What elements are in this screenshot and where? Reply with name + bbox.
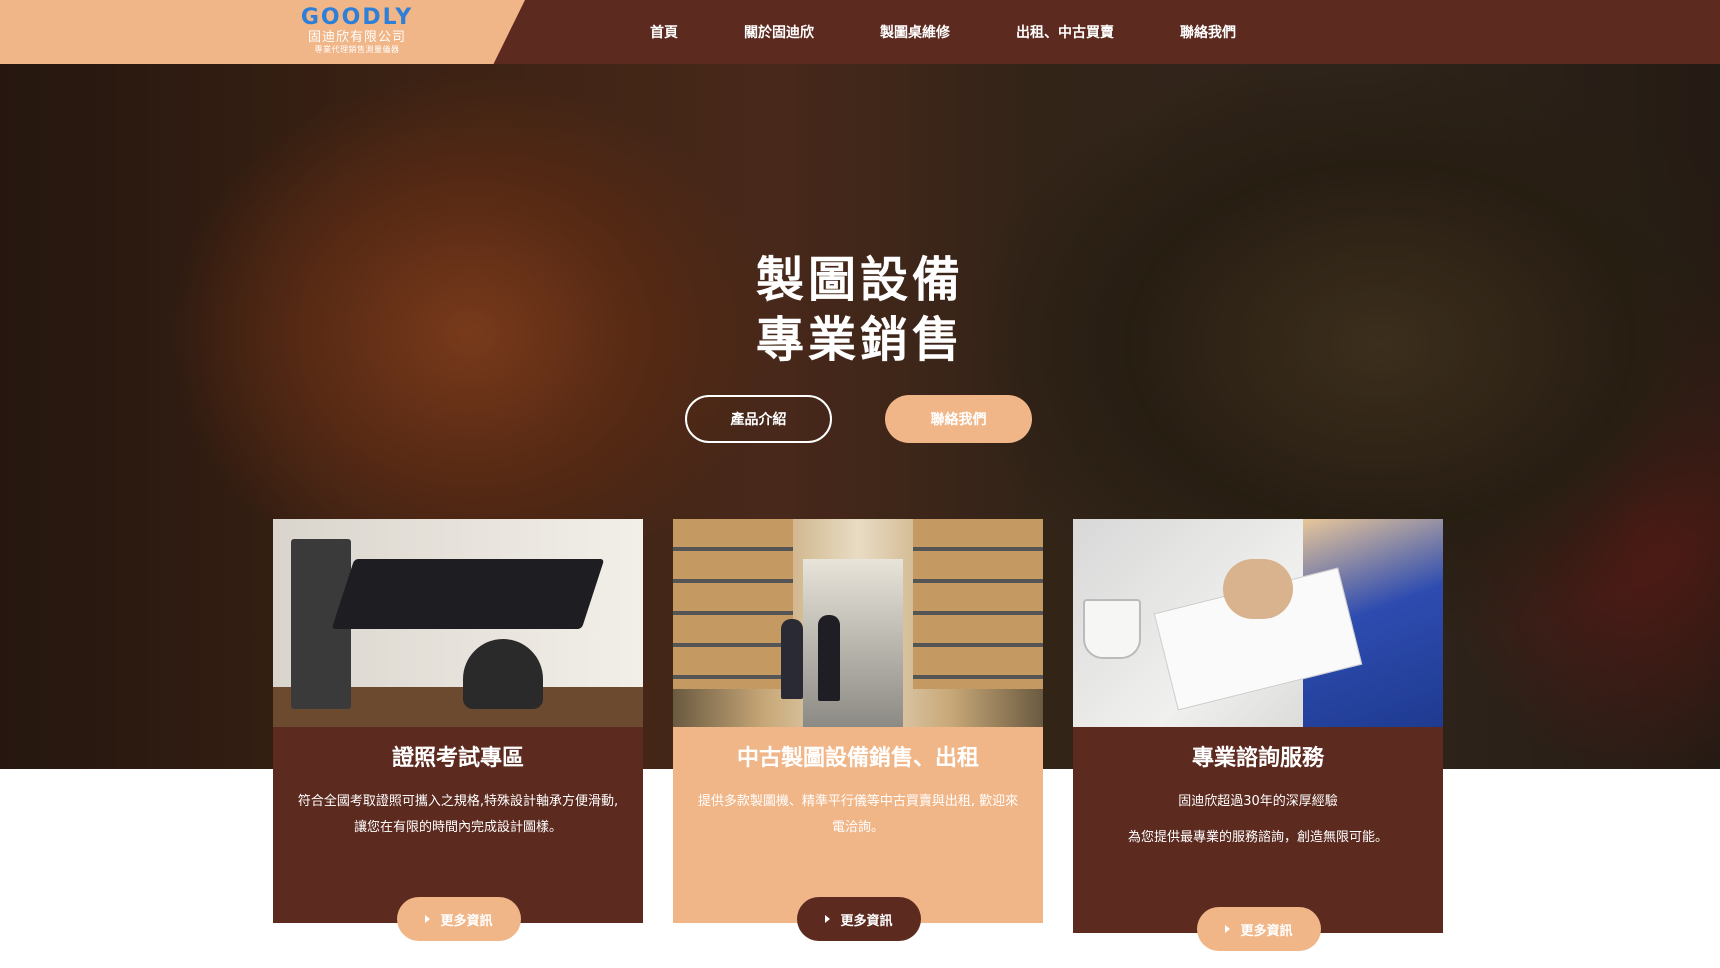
nav-item-contact[interactable]: 聯絡我們: [1180, 22, 1236, 42]
more-info-label: 更多資訊: [840, 913, 893, 929]
image-person: [818, 615, 840, 701]
more-info-button[interactable]: 更多資訊: [397, 897, 521, 941]
logo-wordmark: GOODLY: [300, 5, 414, 30]
card-exam-zone: 證照考試專區 符合全國考取證照可攜入之規格,特殊設計軸承方便滑動, 讓您在有限的…: [273, 519, 643, 941]
play-arrow-icon: [1225, 925, 1231, 933]
card-image-warehouse: [673, 519, 1043, 727]
card-image-drafting-desk: [273, 519, 643, 727]
card-title: 專業諮詢服務: [1191, 746, 1324, 771]
image-hand: [1223, 559, 1293, 619]
image-drafting-table: [331, 559, 605, 629]
nav-item-home[interactable]: 首頁: [650, 22, 678, 42]
logo[interactable]: GOODLY 固迪欣有限公司 專業代理銷售測量儀器: [292, 6, 422, 58]
image-mug: [1083, 599, 1141, 659]
logo-company-name: 固迪欣有限公司: [307, 30, 406, 45]
card-text: 提供多款製圖機、精準平行儀等中古買賣與出租, 歡迎來電洽詢。: [697, 794, 1019, 835]
nav-item-about[interactable]: 關於固迪欣: [744, 22, 814, 42]
logo-background: [0, 0, 525, 64]
nav-item-repair[interactable]: 製圖桌維修: [880, 22, 950, 42]
site-header: GOODLY 固迪欣有限公司 專業代理銷售測量儀器 首頁 關於固迪欣 製圖桌維修…: [0, 0, 1720, 64]
card-body: 中古製圖設備銷售、出租 提供多款製圖機、精準平行儀等中古買賣與出租, 歡迎來電洽…: [673, 727, 1043, 923]
card-image-consulting: [1073, 519, 1443, 727]
hero-title: 製圖設備 專業銷售: [660, 250, 1060, 370]
more-info-label: 更多資訊: [1240, 923, 1293, 939]
card-consulting: 專業諮詢服務 固迪欣超過30年的深厚經驗 為您提供最專業的服務諮詢，創造無限可能…: [1073, 519, 1443, 951]
card-text-secondary: 為您提供最專業的服務諮詢，創造無限可能。: [1127, 830, 1388, 845]
main-nav: 首頁 關於固迪欣 製圖桌維修 出租、中古買賣 聯絡我們: [650, 0, 1302, 64]
hero-title-line-1: 製圖設備: [755, 252, 964, 308]
card-text: 固迪欣超過30年的深厚經驗: [1178, 794, 1338, 809]
more-info-button[interactable]: 更多資訊: [1197, 907, 1321, 951]
card-title: 證照考試專區: [391, 746, 524, 771]
image-shelf-left: [673, 519, 793, 689]
card-title: 中古製圖設備銷售、出租: [736, 746, 979, 771]
card-text: 符合全國考取證照可攜入之規格,特殊設計軸承方便滑動, 讓您在有限的時間內完成設計…: [297, 794, 619, 835]
product-intro-button[interactable]: 產品介紹: [685, 395, 832, 443]
card-body: 證照考試專區 符合全國考取證照可攜入之規格,特殊設計軸承方便滑動, 讓您在有限的…: [273, 727, 643, 923]
nav-item-rental[interactable]: 出租、中古買賣: [1016, 22, 1114, 42]
more-info-label: 更多資訊: [440, 913, 493, 929]
image-person: [781, 619, 803, 699]
hero-title-line-2: 專業銷售: [755, 312, 964, 368]
image-shelf-right: [913, 519, 1043, 689]
contact-us-button[interactable]: 聯絡我們: [885, 395, 1032, 443]
card-body: 專業諮詢服務 固迪欣超過30年的深厚經驗 為您提供最專業的服務諮詢，創造無限可能…: [1073, 727, 1443, 933]
image-chair: [463, 639, 543, 709]
logo-tagline: 專業代理銷售測量儀器: [314, 45, 400, 54]
more-info-button[interactable]: 更多資訊: [797, 897, 921, 941]
play-arrow-icon: [425, 915, 431, 923]
play-arrow-icon: [825, 915, 831, 923]
card-used-equipment: 中古製圖設備銷售、出租 提供多款製圖機、精準平行儀等中古買賣與出租, 歡迎來電洽…: [673, 519, 1043, 941]
